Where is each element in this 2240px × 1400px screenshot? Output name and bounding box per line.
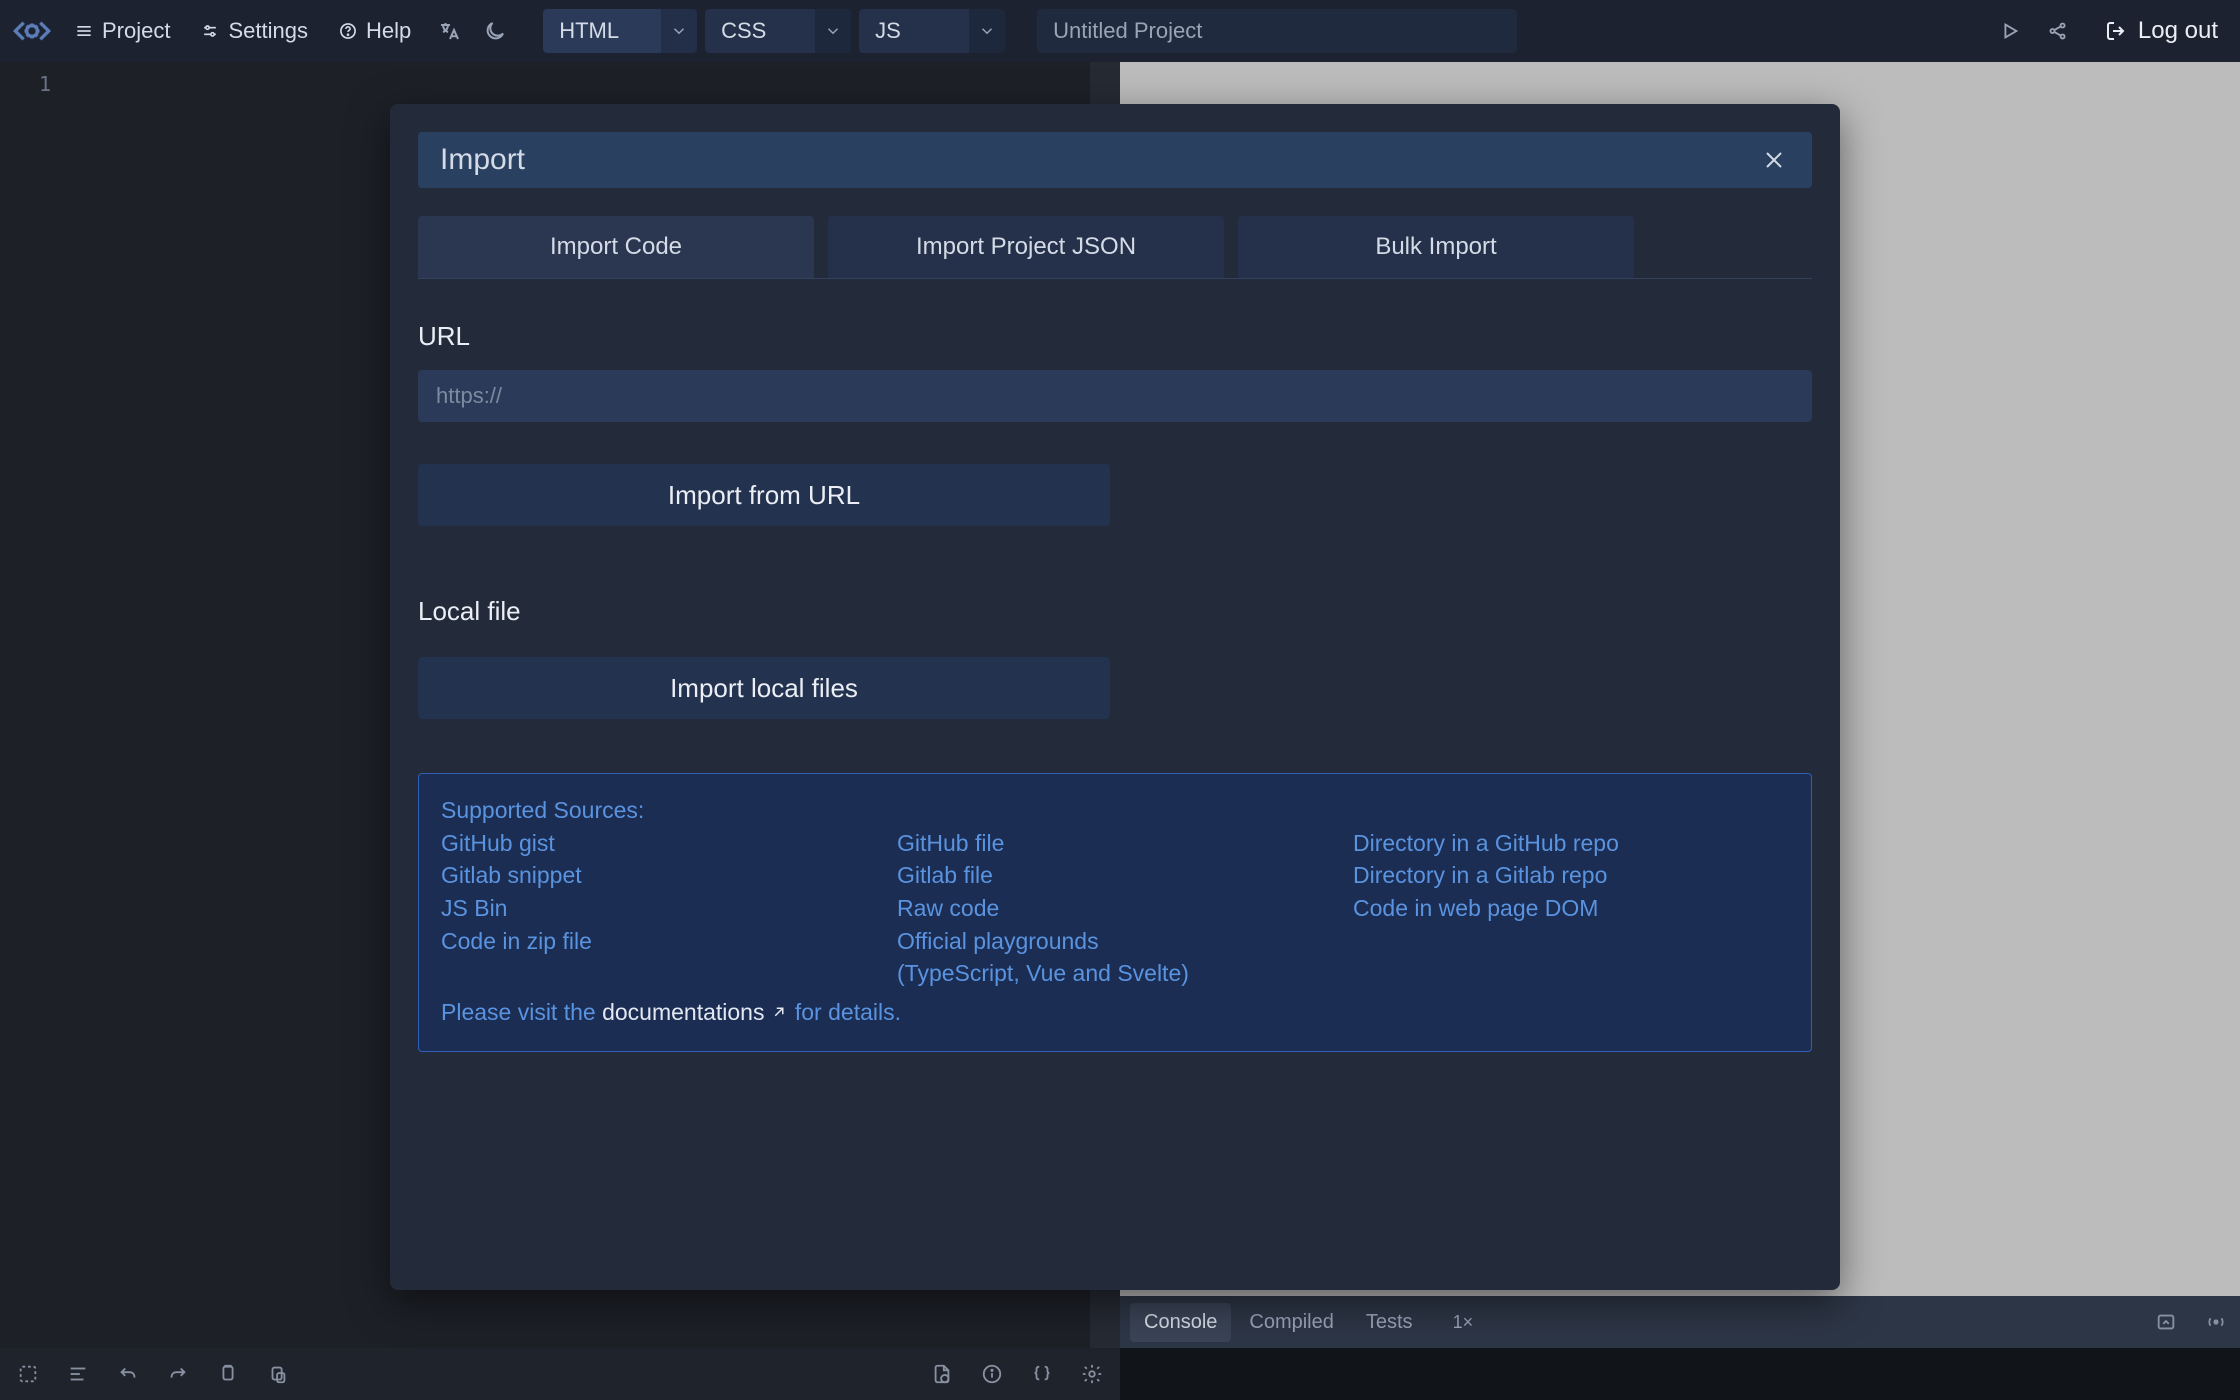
help-menu-label: Help [366,18,411,44]
info-icon[interactable] [978,1360,1006,1388]
script-icon[interactable] [928,1360,956,1388]
format-icon[interactable] [64,1360,92,1388]
console-bar: Console Compiled Tests 1× [1120,1296,2240,1348]
url-input[interactable] [418,370,1812,422]
tab-html-label: HTML [543,18,661,44]
undo-icon[interactable] [114,1360,142,1388]
console-tab-compiled[interactable]: Compiled [1235,1303,1347,1342]
open-new-window-icon[interactable] [2152,1308,2180,1336]
sources-heading: Supported Sources: [441,794,1789,827]
chevron-down-icon[interactable] [815,9,851,53]
zoom-badge[interactable]: 1× [1443,1308,1484,1337]
share-icon[interactable] [2038,11,2078,51]
import-local-files-button[interactable]: Import local files [418,657,1110,719]
topbar: Project Settings Help HTML CSS JS [0,0,2240,62]
braces-icon[interactable] [1028,1360,1056,1388]
editor-footer [0,1348,1120,1400]
tab-bulk-import[interactable]: Bulk Import [1238,216,1634,278]
tab-html[interactable]: HTML [543,9,697,53]
project-menu-label: Project [102,18,170,44]
fullscreen-icon[interactable] [14,1360,42,1388]
copy-icon[interactable] [214,1360,242,1388]
logout-button[interactable]: Log out [2094,11,2228,51]
tab-js[interactable]: JS [859,9,1005,53]
modal-tabs: Import Code Import Project JSON Bulk Imp… [418,216,1812,279]
tab-import-json[interactable]: Import Project JSON [828,216,1224,278]
sources-col-3: Directory in a GitHub repo Directory in … [1353,827,1789,990]
settings-menu[interactable]: Settings [188,12,320,50]
footer-pre: Please visit the [441,999,602,1025]
gear-icon[interactable] [1078,1360,1106,1388]
line-gutter: 1 [0,62,80,1348]
run-icon[interactable] [1990,11,2030,51]
modal-title: Import [440,143,525,177]
tab-js-label: JS [859,18,969,44]
supported-sources-info: Supported Sources: GitHub gist Gitlab sn… [418,773,1812,1052]
console-tab-console[interactable]: Console [1130,1303,1231,1342]
help-menu[interactable]: Help [326,12,423,50]
footer-post: for details. [795,999,901,1025]
console-tab-tests[interactable]: Tests [1352,1303,1427,1342]
documentation-link-label: documentations [602,996,764,1029]
url-section-label: URL [418,321,1812,352]
close-icon[interactable] [1758,144,1790,176]
tab-import-code[interactable]: Import Code [418,216,814,278]
editor-language-tabs: HTML CSS JS [543,9,1005,53]
project-title-input[interactable] [1037,9,1517,53]
info-footer: Please visit the documentations for deta… [441,996,1789,1029]
app-logo [8,7,56,55]
settings-menu-label: Settings [228,18,308,44]
chevron-down-icon[interactable] [969,9,1005,53]
line-number: 1 [0,72,51,96]
project-menu[interactable]: Project [62,12,182,50]
chevron-down-icon[interactable] [661,9,697,53]
sources-col-1: GitHub gist Gitlab snippet JS Bin Code i… [441,827,877,990]
local-file-section-label: Local file [418,596,1812,627]
theme-toggle-icon[interactable] [475,11,515,51]
logout-label: Log out [2138,17,2218,45]
documentation-link[interactable]: documentations [602,996,788,1029]
sources-col-2: GitHub file Gitlab file Raw code Officia… [897,827,1333,990]
redo-icon[interactable] [164,1360,192,1388]
tab-css-label: CSS [705,18,815,44]
external-link-icon [770,1003,788,1021]
import-from-url-button[interactable]: Import from URL [418,464,1110,526]
modal-header: Import [418,132,1812,188]
broadcast-icon[interactable] [2202,1308,2230,1336]
tab-css[interactable]: CSS [705,9,851,53]
import-modal: Import Import Code Import Project JSON B… [390,104,1840,1290]
paste-icon[interactable] [264,1360,292,1388]
language-icon[interactable] [429,11,469,51]
